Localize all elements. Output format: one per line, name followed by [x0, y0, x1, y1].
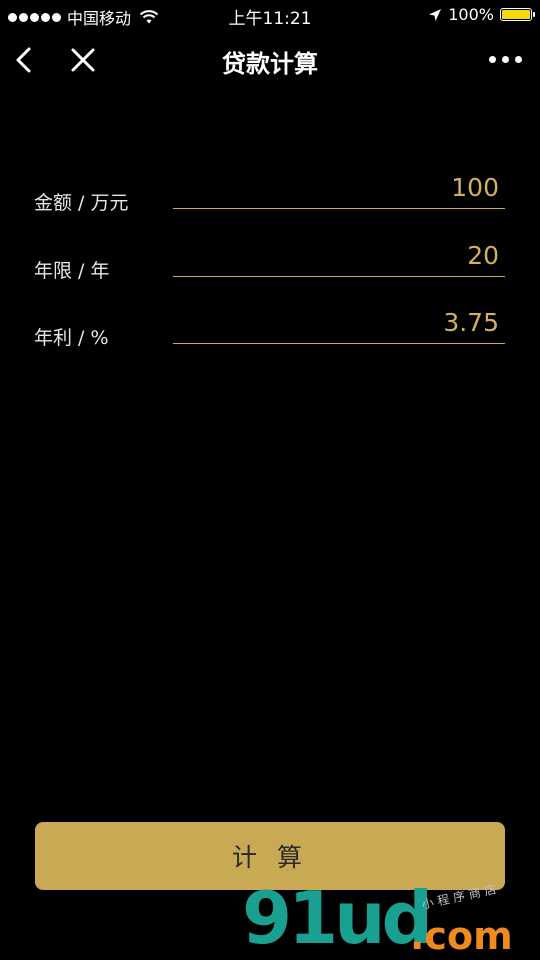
status-bar: 中国移动 上午11:21 100%	[0, 0, 540, 30]
location-arrow-icon	[429, 8, 442, 21]
watermark-brand: 91ud	[242, 876, 433, 960]
amount-input[interactable]: 100	[173, 171, 505, 209]
rate-label: 年利 / %	[34, 327, 109, 349]
term-label: 年限 / 年	[34, 260, 110, 282]
more-dots-icon[interactable]	[489, 56, 522, 63]
term-input[interactable]: 20	[173, 239, 505, 277]
nav-bar: 贷款计算	[0, 30, 540, 90]
watermark: 91ud 小程序商店 .com	[238, 881, 538, 960]
battery-fill	[502, 10, 530, 19]
form-row-term: 年限 / 年 20	[34, 233, 505, 283]
watermark-domain: .com	[410, 914, 513, 958]
form-row-rate: 年利 / % 3.75	[34, 300, 505, 350]
form-row-amount: 金额 / 万元 100	[34, 165, 505, 215]
battery-icon	[500, 8, 535, 21]
amount-label: 金额 / 万元	[34, 192, 129, 214]
page-title: 贷款计算	[222, 50, 318, 78]
battery-percent: 100%	[448, 5, 494, 24]
status-right: 100%	[428, 5, 535, 24]
rate-input[interactable]: 3.75	[173, 306, 505, 344]
